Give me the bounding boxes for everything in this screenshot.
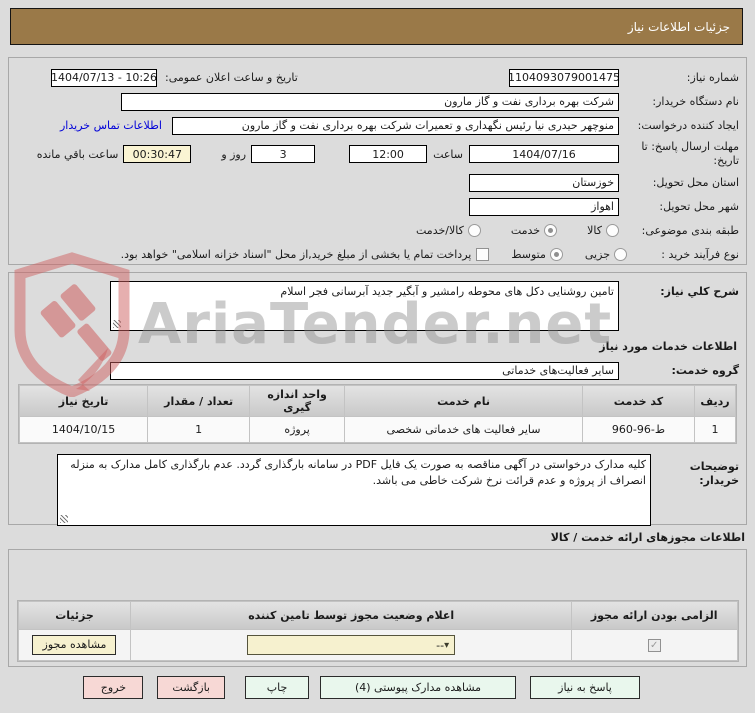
view-attachments-button[interactable]: مشاهده مدارک پیوستی (4) <box>320 676 516 699</box>
deadline-date-field[interactable]: 1404/07/16 <box>469 145 619 163</box>
services-section-title: اطلاعات خدمات مورد نیاز <box>599 340 737 353</box>
province-label: استان محل تحویل: <box>652 175 739 189</box>
buyer-notes-text: کلیه مدارک درخواستی در آگهی مناقصه به صو… <box>70 458 646 487</box>
cell-row-index: 1 <box>695 417 735 442</box>
license-required-checkbox: ✓ <box>647 639 661 652</box>
row-buyer-org: نام دستگاه خریدار: شرکت بهره برداری نفت … <box>16 91 739 112</box>
col-license-required: الزامی بودن ارائه مجوز <box>571 602 737 629</box>
process-type-label: نوع فرآیند خرید : <box>661 247 739 261</box>
request-creator-label: ایجاد کننده درخواست: <box>637 118 739 132</box>
services-table: ردیف کد خدمت نام خدمت واحد اندازه گیری ت… <box>18 384 737 444</box>
check-icon: ✓ <box>649 640 659 651</box>
category-option-goods-service-label: کالا/خدمت <box>416 224 464 237</box>
back-button[interactable]: بازگشت <box>157 676 225 699</box>
need-description-text: تامین روشنایی دکل های محوطه رامشیر و آبگ… <box>280 285 614 298</box>
service-group-label: گروه خدمت: <box>671 363 739 377</box>
row-service-group: گروه خدمت: سایر فعالیت‌های خدماتی <box>16 360 739 381</box>
category-radio-goods[interactable] <box>606 224 619 237</box>
need-number-field[interactable]: 1104093079001475 <box>509 68 619 87</box>
process-option-medium-label: متوسط <box>511 248 546 261</box>
deadline-days-label: روز و <box>221 147 247 161</box>
col-service-code: کد خدمت <box>582 386 695 416</box>
row-request-creator: ایجاد کننده درخواست: منوچهر حیدری نیا رئ… <box>16 115 739 136</box>
buyer-org-field[interactable]: شرکت بهره برداری نفت و گاز مارون <box>121 92 619 111</box>
service-group-field[interactable]: سایر فعالیت‌های خدماتی <box>110 361 619 380</box>
row-category: طبقه بندی موضوعی: کالا خدمت کالا/خدمت <box>16 220 739 241</box>
need-number-label: شماره نیاز: <box>686 70 739 84</box>
need-info-panel: شماره نیاز: 1104093079001475 تاریخ و ساع… <box>8 57 747 265</box>
respond-to-need-button[interactable]: پاسخ به نیاز <box>530 676 640 699</box>
province-field[interactable]: خوزستان <box>469 173 619 192</box>
process-radio-medium[interactable] <box>549 248 563 261</box>
licenses-table-row: ✓ ▾ -- مشاهده مجوز <box>18 630 737 660</box>
city-label: شهر محل تحویل: <box>659 199 739 213</box>
page-title-bar: جزئیات اطلاعات نیاز <box>10 8 743 45</box>
action-buttons-bar: پاسخ به نیاز مشاهده مدارک پیوستی (4) چاپ… <box>83 676 640 699</box>
category-option-service-label: خدمت <box>510 224 541 237</box>
treasury-checkbox[interactable] <box>476 248 490 261</box>
treasury-note: پرداخت تمام یا بخشی از مبلغ خرید,از محل … <box>120 248 472 261</box>
print-button[interactable]: چاپ <box>245 676 309 699</box>
license-status-select[interactable]: ▾ -- <box>247 635 456 655</box>
page-title: جزئیات اطلاعات نیاز <box>627 19 730 34</box>
category-option-goods-label: کالا <box>587 224 602 237</box>
announce-datetime-field[interactable]: 1404/07/13 - 10:26 <box>51 68 157 87</box>
process-option-minor-label: جزيی <box>584 248 610 261</box>
resize-handle-icon[interactable] <box>113 320 121 328</box>
deadline-hour-label: ساعت <box>433 147 463 161</box>
row-need-number: شماره نیاز: 1104093079001475 تاریخ و ساع… <box>16 67 739 88</box>
deadline-countdown-label: ساعت باقي مانده <box>36 147 119 161</box>
col-need-date: تاریخ نیاز <box>20 386 148 416</box>
licenses-table-header-row: الزامی بودن ارائه مجوز اعلام وضعیت مجوز … <box>18 602 737 629</box>
buyer-notes-textarea[interactable]: کلیه مدارک درخواستی در آگهی مناقصه به صو… <box>57 454 651 526</box>
license-status-value: -- <box>436 638 445 652</box>
buyer-notes-label: توضیحات خریدار: <box>689 460 739 487</box>
announce-datetime-label: تاریخ و ساعت اعلان عمومی: <box>165 71 298 84</box>
row-deadline: مهلت ارسال پاسخ: تا تاریخ: 1404/07/16 سا… <box>16 139 739 169</box>
view-license-button[interactable]: مشاهده مجوز <box>32 635 117 655</box>
need-description-textarea[interactable]: تامین روشنایی دکل های محوطه رامشیر و آبگ… <box>110 281 619 331</box>
deadline-countdown-field: 00:30:47 <box>123 145 192 163</box>
col-unit: واحد اندازه گیری <box>250 386 345 416</box>
exit-button[interactable]: خروج <box>83 676 144 699</box>
col-license-status: اعلام وضعیت مجوز توسط تامین کننده <box>131 602 571 629</box>
buyer-contact-link[interactable]: اطلاعات تماس خریدار <box>60 119 162 132</box>
category-radio-goods-service[interactable] <box>467 224 481 237</box>
chevron-down-icon: ▾ <box>444 639 450 651</box>
row-process-type: نوع فرآیند خرید : جزيی متوسط پرداخت تمام… <box>16 244 739 265</box>
cell-service-name: سایر فعالیت های خدماتی شخصی <box>345 417 582 442</box>
need-description-label: شرح کلي نیاز: <box>660 285 739 298</box>
request-creator-field[interactable]: منوچهر حیدری نیا رئیس نگهداری و تعمیرات … <box>171 116 619 135</box>
cell-quantity: 1 <box>148 417 250 442</box>
deadline-time-field[interactable]: 12:00 <box>349 145 428 163</box>
deadline-label: مهلت ارسال پاسخ: تا تاریخ: <box>641 140 739 167</box>
col-service-name: نام خدمت <box>345 386 582 416</box>
licenses-table: الزامی بودن ارائه مجوز اعلام وضعیت مجوز … <box>16 600 739 662</box>
services-panel: شرح کلي نیاز: تامین روشنایی دکل های محوط… <box>8 272 747 526</box>
category-radio-service[interactable] <box>544 224 558 237</box>
buyer-org-label: نام دستگاه خریدار: <box>652 94 739 108</box>
process-radio-minor[interactable] <box>614 248 627 261</box>
licenses-panel: الزامی بودن ارائه مجوز اعلام وضعیت مجوز … <box>8 549 747 667</box>
licenses-section-title: اطلاعات مجوزهای ارائه خدمت / کالا <box>550 531 745 544</box>
cell-service-code: ط-96-960 <box>582 417 695 442</box>
deadline-days-field[interactable]: 3 <box>251 145 316 163</box>
col-quantity: تعداد / مقدار <box>148 386 250 416</box>
services-table-row: 1 ط-96-960 سایر فعالیت های خدماتی شخصی پ… <box>20 417 735 442</box>
row-province: استان محل تحویل: خوزستان <box>16 172 739 193</box>
category-label: طبقه بندی موضوعی: <box>641 223 739 237</box>
cell-unit: پروژه <box>250 417 345 442</box>
services-table-header-row: ردیف کد خدمت نام خدمت واحد اندازه گیری ت… <box>20 386 735 416</box>
row-city: شهر محل تحویل: اهواز <box>16 196 739 217</box>
col-row-index: ردیف <box>695 386 735 416</box>
row-need-description: شرح کلي نیاز: تامین روشنایی دکل های محوط… <box>16 281 739 331</box>
resize-handle-icon[interactable] <box>60 515 68 523</box>
cell-need-date: 1404/10/15 <box>20 417 148 442</box>
col-license-details: جزئیات <box>18 602 131 629</box>
city-field[interactable]: اهواز <box>469 197 619 216</box>
row-buyer-notes: توضیحات خریدار: کلیه مدارک درخواستی در آ… <box>16 454 739 526</box>
